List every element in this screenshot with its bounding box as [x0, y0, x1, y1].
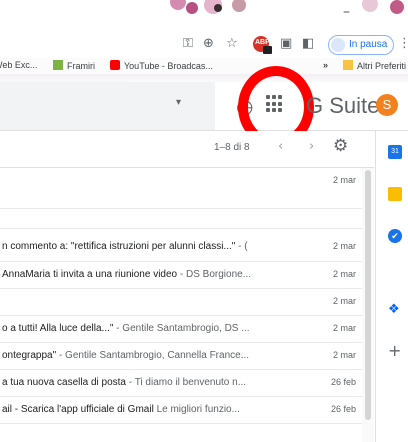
blossom-decoration [390, 0, 404, 14]
blossom-decoration [170, 0, 186, 10]
other-bookmarks-folder[interactable]: Altri Preferiti [343, 60, 406, 71]
message-row[interactable]: ontegrappa" - Gentile Santambrogio, Cann… [0, 343, 362, 370]
youtube-favicon-icon [110, 60, 120, 70]
extension-badge [263, 46, 272, 54]
pagination-label: 1–8 di 8 [214, 142, 250, 153]
zoom-icon[interactable]: ⊕ [203, 36, 214, 51]
message-row[interactable]: n commento a: "rettifica istruzioni per … [0, 229, 362, 262]
message-subject: n commento a: "rettifica istruzioni per … [2, 241, 248, 252]
blossom-decoration [214, 4, 222, 12]
extension-icon[interactable]: ▣ [280, 36, 292, 51]
profile-status-label: In pausa [349, 39, 388, 50]
side-panel [375, 131, 408, 442]
bookmark-label: Framiri [67, 61, 95, 71]
extension-icon[interactable]: ◧ [302, 36, 314, 51]
next-page-button[interactable]: › [309, 139, 314, 154]
keep-icon[interactable] [388, 187, 402, 201]
message-date: 2 mar [332, 175, 356, 185]
message-subject: o a tutti! Alla luce della..." - Gentile… [2, 323, 250, 334]
gsuite-logo: G Suite [306, 93, 380, 118]
message-date: 2 mar [332, 296, 356, 306]
calendar-icon[interactable]: 31 [388, 145, 402, 159]
bookmark-favicon-icon [53, 60, 63, 70]
blossom-decoration [362, 0, 378, 12]
calendar-icon-label: 31 [391, 148, 399, 155]
bookmarks-overflow-button[interactable]: » [323, 60, 328, 70]
message-subject: ail - Scarica l'app ufficiale di Gmail L… [2, 404, 240, 415]
blossom-decoration [232, 0, 246, 12]
message-row[interactable]: AnnaMaria ti invita a una riunione video… [0, 262, 362, 289]
key-icon[interactable]: ⚿ [183, 36, 193, 51]
mail-toolbar [0, 131, 374, 168]
blossom-decoration [186, 2, 198, 14]
dropbox-icon[interactable]: ❖ [388, 300, 402, 317]
other-bookmarks-label: Altri Preferiti [357, 61, 407, 71]
previous-page-button[interactable]: ‹ [278, 139, 283, 154]
message-date: 2 mar [332, 269, 356, 279]
message-row[interactable]: 2 mar [0, 289, 362, 316]
message-date: 2 mar [332, 323, 356, 333]
bookmark-item[interactable]: YouTube - Broadcas... [110, 60, 213, 71]
message-list: 2 mar n commento a: "rettifica istruzion… [0, 168, 374, 424]
message-date: 2 mar [332, 241, 356, 251]
settings-gear-icon[interactable]: ⚙ [333, 136, 348, 156]
profile-avatar [331, 38, 345, 52]
search-options-dropdown-icon[interactable]: ▾ [176, 97, 181, 108]
message-row[interactable] [0, 209, 362, 229]
bookmarks-divider [0, 74, 408, 82]
message-row[interactable]: 2 mar [0, 168, 362, 209]
scrollbar-thumb[interactable] [365, 170, 371, 420]
message-date: 2 mar [332, 350, 356, 360]
message-row[interactable]: ail - Scarica l'app ufficiale di Gmail L… [0, 397, 362, 424]
bookmark-item[interactable]: Framiri [53, 60, 95, 71]
account-avatar[interactable]: S [376, 94, 398, 116]
message-subject: a tua nuova casella di posta - Ti diamo … [2, 377, 247, 388]
bookmark-label: Web Exc... [0, 60, 38, 70]
message-row[interactable]: a tua nuova casella di posta - Ti diamo … [0, 370, 362, 397]
minimize-button[interactable]: – [343, 4, 350, 20]
message-row[interactable]: o a tutti! Alla luce della..." - Gentile… [0, 316, 362, 343]
add-addon-icon[interactable]: + [388, 341, 401, 360]
browser-menu-icon[interactable]: ⋮ [398, 36, 408, 51]
message-date: 26 feb [330, 377, 356, 387]
bookmark-item[interactable]: Web Exc... [0, 60, 37, 70]
bookmark-star-icon[interactable]: ☆ [226, 36, 238, 51]
bookmarks-bar: Web Exc... Framiri YouTube - Broadcas...… [0, 58, 408, 82]
folder-icon [343, 60, 353, 70]
tasks-icon[interactable]: ✔ [388, 229, 402, 243]
message-subject: AnnaMaria ti invita a una riunione video… [2, 269, 252, 280]
message-date: 26 feb [330, 404, 356, 414]
browser-titlebar: – [0, 0, 408, 30]
profile-paused-button[interactable]: In pausa [328, 35, 394, 55]
message-subject: ontegrappa" - Gentile Santambrogio, Cann… [2, 350, 250, 361]
bookmark-label: YouTube - Broadcas... [124, 61, 213, 71]
tasks-icon-glyph: ✔ [391, 231, 399, 241]
dropbox-icon-glyph: ❖ [388, 302, 400, 317]
adblock-extension-label: ABP [255, 39, 270, 46]
